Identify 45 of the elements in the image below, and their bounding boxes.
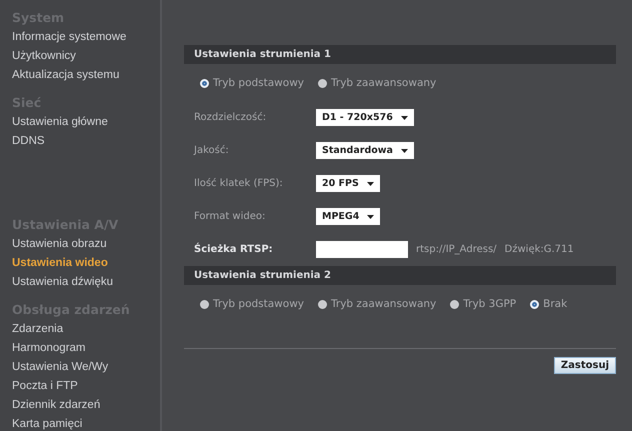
sidebar-item[interactable]: DDNS bbox=[12, 132, 45, 151]
radio-button[interactable] bbox=[530, 300, 540, 308]
sidebar-item[interactable]: Poczta i FTP bbox=[12, 377, 78, 396]
radio-option[interactable]: Tryb zaawansowany bbox=[318, 77, 436, 89]
dropdown[interactable]: 20 FPS bbox=[316, 175, 380, 192]
radio-option[interactable]: Tryb podstawowy bbox=[200, 298, 304, 310]
sidebar-item[interactable]: Zdarzenia bbox=[12, 320, 64, 339]
sidebar-item[interactable]: Informacje systemowe bbox=[12, 28, 126, 47]
radio-button[interactable] bbox=[200, 300, 209, 308]
sidebar-item[interactable]: Ustawienia dźwięku bbox=[12, 273, 113, 292]
sidebar-item[interactable]: Ustawienia główne bbox=[12, 113, 108, 132]
radio-option[interactable]: Tryb zaawansowany bbox=[318, 298, 436, 310]
hint-text: Dźwięk:G.711 bbox=[504, 244, 574, 255]
field-label: Format wideo: bbox=[194, 211, 266, 222]
apply-button[interactable]: Zastosuj bbox=[554, 357, 616, 374]
sidebar-item[interactable]: Ustawienia We/Wy bbox=[12, 358, 108, 377]
radio-button[interactable] bbox=[200, 78, 209, 88]
caret-icon bbox=[400, 116, 408, 120]
field-label: Jakość: bbox=[194, 145, 230, 156]
hint-text: rtsp://IP_Adress/ bbox=[416, 244, 497, 255]
sidebar-item[interactable]: Użytkownicy bbox=[12, 47, 76, 66]
input-field[interactable] bbox=[316, 241, 408, 258]
caret-icon bbox=[367, 214, 374, 218]
sidebar-item[interactable]: Ustawienia obrazu bbox=[12, 235, 107, 254]
radio-button[interactable] bbox=[318, 78, 327, 88]
field-label: Rozdzielczość: bbox=[194, 112, 268, 123]
field-label: Ścieżka RTSP: bbox=[194, 244, 274, 255]
caret-icon bbox=[366, 182, 374, 186]
radio-button[interactable] bbox=[450, 300, 460, 308]
radio-option[interactable]: Tryb podstawowy bbox=[200, 77, 304, 89]
radio-option[interactable]: Brak bbox=[530, 298, 568, 310]
dropdown[interactable]: MPEG4 bbox=[316, 208, 380, 225]
section-header: Ustawienia strumienia 1 bbox=[184, 45, 616, 64]
radio-option[interactable]: Tryb 3GPP bbox=[450, 298, 516, 310]
sidebar-item[interactable]: Harmonogram bbox=[12, 339, 86, 358]
sidebar-item[interactable]: Ustawienia wideo bbox=[12, 254, 108, 273]
caret-icon bbox=[400, 148, 408, 152]
sidebar-item[interactable]: Dziennik zdarzeń bbox=[12, 396, 100, 415]
radio-button[interactable] bbox=[318, 300, 327, 308]
section-header: Ustawienia strumienia 2 bbox=[184, 266, 616, 285]
sidebar-item[interactable]: Karta pamięci bbox=[12, 415, 82, 431]
dropdown[interactable]: Standardowa bbox=[316, 142, 414, 159]
field-label: Ilość klatek (FPS): bbox=[194, 178, 284, 189]
dropdown[interactable]: D1 - 720x576 bbox=[316, 109, 414, 126]
sidebar-item[interactable]: Aktualizacja systemu bbox=[12, 66, 120, 85]
